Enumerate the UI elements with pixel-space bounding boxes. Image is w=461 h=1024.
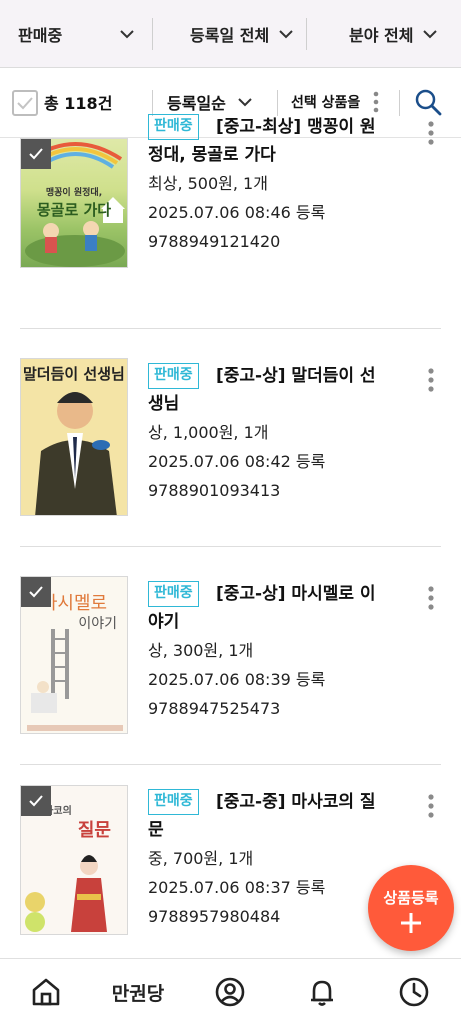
nav-home[interactable] (28, 975, 64, 1009)
bell-icon (311, 980, 333, 1006)
cover-subtitle: 맹꽁이 원정대, (45, 188, 103, 198)
book-cover: 마사코의 질문 (20, 785, 128, 935)
item-checkbox[interactable] (21, 577, 51, 607)
nav-history[interactable] (396, 975, 432, 1009)
kebab-icon[interactable] (427, 367, 435, 393)
cover-subtitle: 이야기 (78, 616, 117, 632)
category-filter[interactable]: 분야 전체 (349, 0, 438, 68)
list-item[interactable]: 말더듬이 선생님 판매중 [중고-상] 말더듬이 선생님 상, 1,000원, … (20, 329, 441, 547)
bottom-nav: 만권당 (0, 958, 461, 1024)
item-isbn: 9788949121420 (148, 232, 281, 251)
status-filter[interactable]: 판매중 (18, 0, 134, 68)
nav-notifications[interactable] (304, 975, 340, 1009)
kebab-icon[interactable] (427, 120, 435, 146)
item-detail: 최상, 500원, 1개 (148, 174, 268, 193)
item-registered: 2025.07.06 08:46 등록 (148, 203, 326, 222)
item-registered: 2025.07.06 08:39 등록 (148, 670, 326, 689)
item-checkbox[interactable] (21, 139, 51, 169)
plus-icon (401, 913, 421, 933)
filter-bar: 판매중 등록일 전체 분야 전체 (0, 0, 461, 68)
cover-title: 질문 (77, 820, 111, 841)
home-icon (32, 978, 60, 1006)
chevron-down-icon (279, 30, 293, 39)
checkbox-icon (29, 795, 43, 807)
cover-title: 말더듬이 선생님 (23, 365, 125, 383)
book-cover: 맹꽁이 원정대, 몽골로 가다 (20, 138, 128, 268)
kebab-icon[interactable] (427, 585, 435, 611)
item-registered: 2025.07.06 08:37 등록 (148, 878, 326, 897)
item-registered: 2025.07.06 08:42 등록 (148, 452, 326, 471)
date-filter-label: 등록일 전체 (190, 26, 270, 45)
date-filter[interactable]: 등록일 전체 (190, 0, 293, 68)
cover-title: 몽골로 가다 (36, 201, 112, 219)
book-cover: 마시멜로 이야기 (20, 576, 128, 734)
item-isbn: 9788947525473 (148, 699, 281, 718)
filter-divider (152, 18, 153, 50)
category-filter-label: 분야 전체 (349, 26, 414, 45)
item-detail: 상, 1,000원, 1개 (148, 423, 269, 442)
filter-divider (306, 18, 307, 50)
clock-icon (399, 977, 429, 1007)
item-title[interactable]: [중고-중] 마사코의 질문 (148, 788, 388, 844)
kebab-icon[interactable] (427, 793, 435, 819)
list-item[interactable]: 맹꽁이 원정대, 몽골로 가다 판매중 [중고-최상] 맹꽁이 원정대, 몽골로… (20, 108, 441, 329)
item-isbn: 9788901093413 (148, 481, 281, 500)
status-filter-label: 판매중 (18, 26, 63, 45)
item-isbn: 9788957980484 (148, 907, 281, 926)
add-product-label: 상품등록 (383, 889, 439, 907)
chevron-down-icon (238, 98, 252, 107)
chevron-down-icon (120, 30, 134, 39)
add-product-button[interactable]: 상품등록 (368, 865, 454, 951)
checkbox-icon (29, 148, 43, 160)
nav-brand[interactable]: 만권당 (100, 975, 176, 1009)
book-cover: 말더듬이 선생님 (20, 358, 128, 516)
item-title[interactable]: [중고-상] 마시멜로 이야기 (148, 580, 388, 636)
item-detail: 상, 300원, 1개 (148, 641, 254, 660)
list-item[interactable]: 마시멜로 이야기 판매중 [중고-상] 마시멜로 이야기 상, 300원, 1개… (20, 547, 441, 765)
item-title[interactable]: [중고-상] 말더듬이 선생님 (148, 362, 388, 418)
item-detail: 중, 700원, 1개 (148, 849, 254, 868)
checkbox-icon (29, 586, 43, 598)
nav-profile[interactable] (212, 975, 248, 1009)
item-checkbox[interactable] (21, 786, 51, 816)
profile-icon (215, 977, 245, 1007)
item-title[interactable]: [중고-최상] 맹꽁이 원정대, 몽골로 가다 (148, 113, 388, 169)
chevron-down-icon (423, 30, 438, 39)
